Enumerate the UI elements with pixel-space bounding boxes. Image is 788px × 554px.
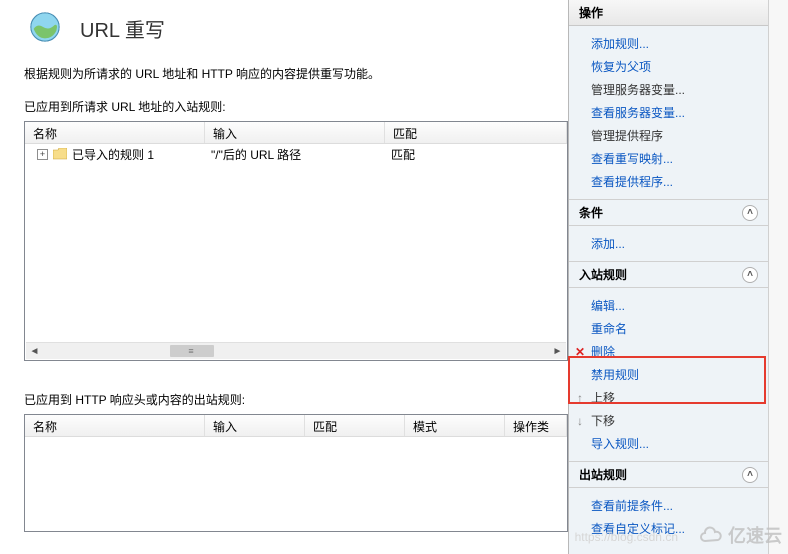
action-disable[interactable]: 禁用规则 <box>569 363 768 386</box>
action-view-rewrite-maps[interactable]: 查看重写映射... <box>569 147 768 170</box>
col-match[interactable]: 匹配 <box>385 122 567 143</box>
action-view-server-vars[interactable]: 查看服务器变量... <box>569 101 768 124</box>
scroll-right-icon[interactable]: ► <box>549 343 566 359</box>
page-description: 根据规则为所请求的 URL 地址和 HTTP 响应的内容提供重写功能。 <box>24 65 568 82</box>
table-row[interactable]: + 已导入的规则 1 "/"后的 URL 路径 匹配 <box>25 144 567 164</box>
action-edit[interactable]: 编辑... <box>569 294 768 317</box>
action-rename[interactable]: 重命名 <box>569 317 768 340</box>
outbound-rules-header[interactable]: 出站规则 ˄ <box>569 461 768 488</box>
outbound-rules-table[interactable]: 名称 输入 匹配 模式 操作类 <box>24 414 568 532</box>
table-header: 名称 输入 匹配 模式 操作类 <box>25 415 567 437</box>
outbound-caption: 已应用到 HTTP 响应头或内容的出站规则: <box>24 391 568 408</box>
col-mode[interactable]: 模式 <box>405 415 505 436</box>
delete-icon: ✕ <box>573 345 587 359</box>
rule-input: "/"后的 URL 路径 <box>205 146 385 163</box>
rule-name: 已导入的规则 1 <box>72 146 154 163</box>
col-input[interactable]: 输入 <box>205 415 305 436</box>
watermark: 亿速云 <box>698 522 782 548</box>
action-move-down[interactable]: ↓ 下移 <box>569 409 768 432</box>
col-actiontype[interactable]: 操作类 <box>505 415 567 436</box>
window-gutter <box>768 0 788 554</box>
expand-icon[interactable]: + <box>37 149 48 160</box>
conditions-header[interactable]: 条件 ˄ <box>569 199 768 226</box>
table-header: 名称 输入 匹配 <box>25 122 567 144</box>
action-import-rules[interactable]: 导入规则... <box>569 432 768 455</box>
action-restore-parent[interactable]: 恢复为父项 <box>569 55 768 78</box>
inbound-rules-table[interactable]: 名称 输入 匹配 + 已导入的规则 1 "/"后的 URL 路径 匹配 ◄ ≡ … <box>24 121 568 361</box>
h-scrollbar[interactable]: ◄ ≡ ► <box>26 342 566 359</box>
cloud-icon <box>698 526 724 544</box>
action-add-condition[interactable]: 添加... <box>569 232 768 255</box>
action-delete[interactable]: ✕ 删除 <box>569 340 768 363</box>
arrow-up-icon: ↑ <box>573 391 587 405</box>
inbound-caption: 已应用到所请求 URL 地址的入站规则: <box>24 98 568 115</box>
arrow-down-icon: ↓ <box>573 414 587 428</box>
globe-icon <box>28 10 80 47</box>
actions-header: 操作 <box>569 0 768 26</box>
action-view-providers[interactable]: 查看提供程序... <box>569 170 768 193</box>
chevron-up-icon[interactable]: ˄ <box>742 267 758 283</box>
rule-match: 匹配 <box>385 146 567 163</box>
page-title: URL 重写 <box>80 14 165 43</box>
action-add-rule[interactable]: 添加规则... <box>569 32 768 55</box>
action-view-preconditions[interactable]: 查看前提条件... <box>569 494 768 517</box>
action-manage-providers-label: 管理提供程序 <box>569 124 768 147</box>
col-name[interactable]: 名称 <box>25 122 205 143</box>
chevron-up-icon[interactable]: ˄ <box>742 467 758 483</box>
col-match[interactable]: 匹配 <box>305 415 405 436</box>
watermark-url: https://blog.csdn.cn <box>575 530 678 544</box>
col-input[interactable]: 输入 <box>205 122 385 143</box>
action-move-up[interactable]: ↑ 上移 <box>569 386 768 409</box>
scroll-left-icon[interactable]: ◄ <box>26 343 43 359</box>
actions-panel: 操作 添加规则... 恢复为父项 管理服务器变量... 查看服务器变量... 管… <box>568 0 768 554</box>
scroll-thumb[interactable]: ≡ <box>170 345 214 357</box>
chevron-up-icon[interactable]: ˄ <box>742 205 758 221</box>
action-manage-server-vars-label: 管理服务器变量... <box>569 78 768 101</box>
folder-icon <box>53 148 67 160</box>
inbound-rules-header[interactable]: 入站规则 ˄ <box>569 261 768 288</box>
col-name[interactable]: 名称 <box>25 415 205 436</box>
